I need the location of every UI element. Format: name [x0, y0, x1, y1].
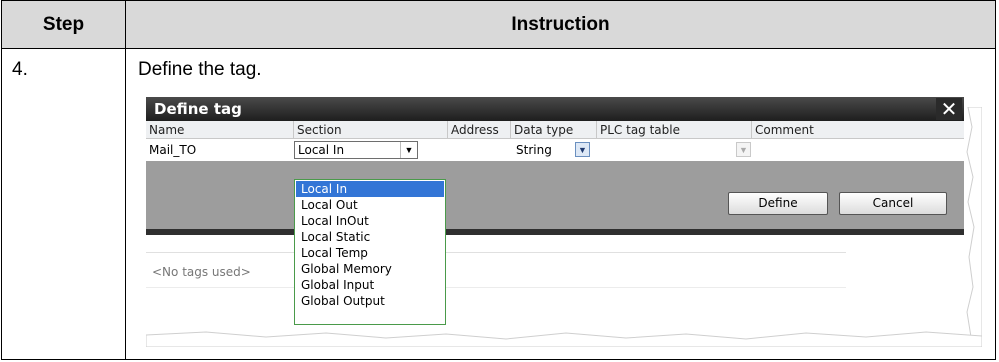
- chevron-down-icon: ▼: [736, 142, 751, 157]
- data-type-select[interactable]: String ▼: [513, 141, 595, 159]
- section-option-local-static[interactable]: Local Static: [296, 229, 444, 245]
- chevron-down-icon[interactable]: ▼: [575, 142, 590, 157]
- section-option-global-output[interactable]: Global Output: [296, 293, 444, 309]
- cancel-button[interactable]: Cancel: [839, 192, 947, 215]
- column-header-section: Section: [294, 121, 448, 139]
- tag-row: Mail_TO Local In ▼ String ▼ ▼: [146, 139, 964, 162]
- data-type-value: String: [516, 143, 552, 157]
- step-column-header: Step: [42, 13, 85, 35]
- instruction-column-header: Instruction: [511, 13, 610, 35]
- section-option-global-input[interactable]: Global Input: [296, 277, 444, 293]
- column-header-address: Address: [448, 121, 511, 139]
- address-cell[interactable]: [448, 139, 511, 161]
- instruction-table: Step Instruction 4. Define the tag. Defi…: [1, 0, 996, 360]
- column-header-comment: Comment: [752, 121, 964, 139]
- section-option-local-inout[interactable]: Local InOut: [296, 213, 444, 229]
- instruction-text: Define the tag.: [138, 59, 262, 80]
- torn-edge-decoration: [966, 107, 982, 337]
- no-tags-label: <No tags used>: [152, 265, 251, 279]
- dialog-title-bar: Define tag ✕: [146, 97, 964, 121]
- column-header-plc-tag-table: PLC tag table: [597, 121, 752, 139]
- dialog-title: Define tag: [154, 100, 242, 118]
- section-option-local-in[interactable]: Local In: [296, 181, 444, 197]
- close-icon[interactable]: ✕: [936, 98, 962, 120]
- section-option-global-memory[interactable]: Global Memory: [296, 261, 444, 277]
- section-option-local-temp[interactable]: Local Temp: [296, 245, 444, 261]
- plc-tag-table-select[interactable]: ▼: [597, 141, 752, 159]
- define-tag-dialog-screenshot: Define tag ✕ Name Section Address Data t…: [146, 97, 982, 347]
- define-button[interactable]: Define: [728, 192, 828, 215]
- dialog-bottom-bar: [146, 229, 964, 235]
- step-number: 4.: [12, 59, 28, 80]
- section-select-value: Local In: [298, 143, 345, 157]
- column-header-data-type: Data type: [511, 121, 597, 139]
- column-header-name: Name: [146, 121, 294, 139]
- divider: [146, 252, 846, 253]
- chevron-down-icon[interactable]: ▼: [400, 142, 417, 158]
- tag-name-cell[interactable]: Mail_TO: [146, 139, 294, 161]
- comment-cell[interactable]: [752, 139, 964, 161]
- section-select[interactable]: Local In ▼: [294, 141, 418, 159]
- torn-bottom-edge-decoration: [146, 331, 982, 347]
- divider: [146, 287, 846, 288]
- column-divider: [125, 1, 126, 359]
- section-option-local-out[interactable]: Local Out: [296, 197, 444, 213]
- section-dropdown-list: Local In Local Out Local InOut Local Sta…: [294, 179, 446, 325]
